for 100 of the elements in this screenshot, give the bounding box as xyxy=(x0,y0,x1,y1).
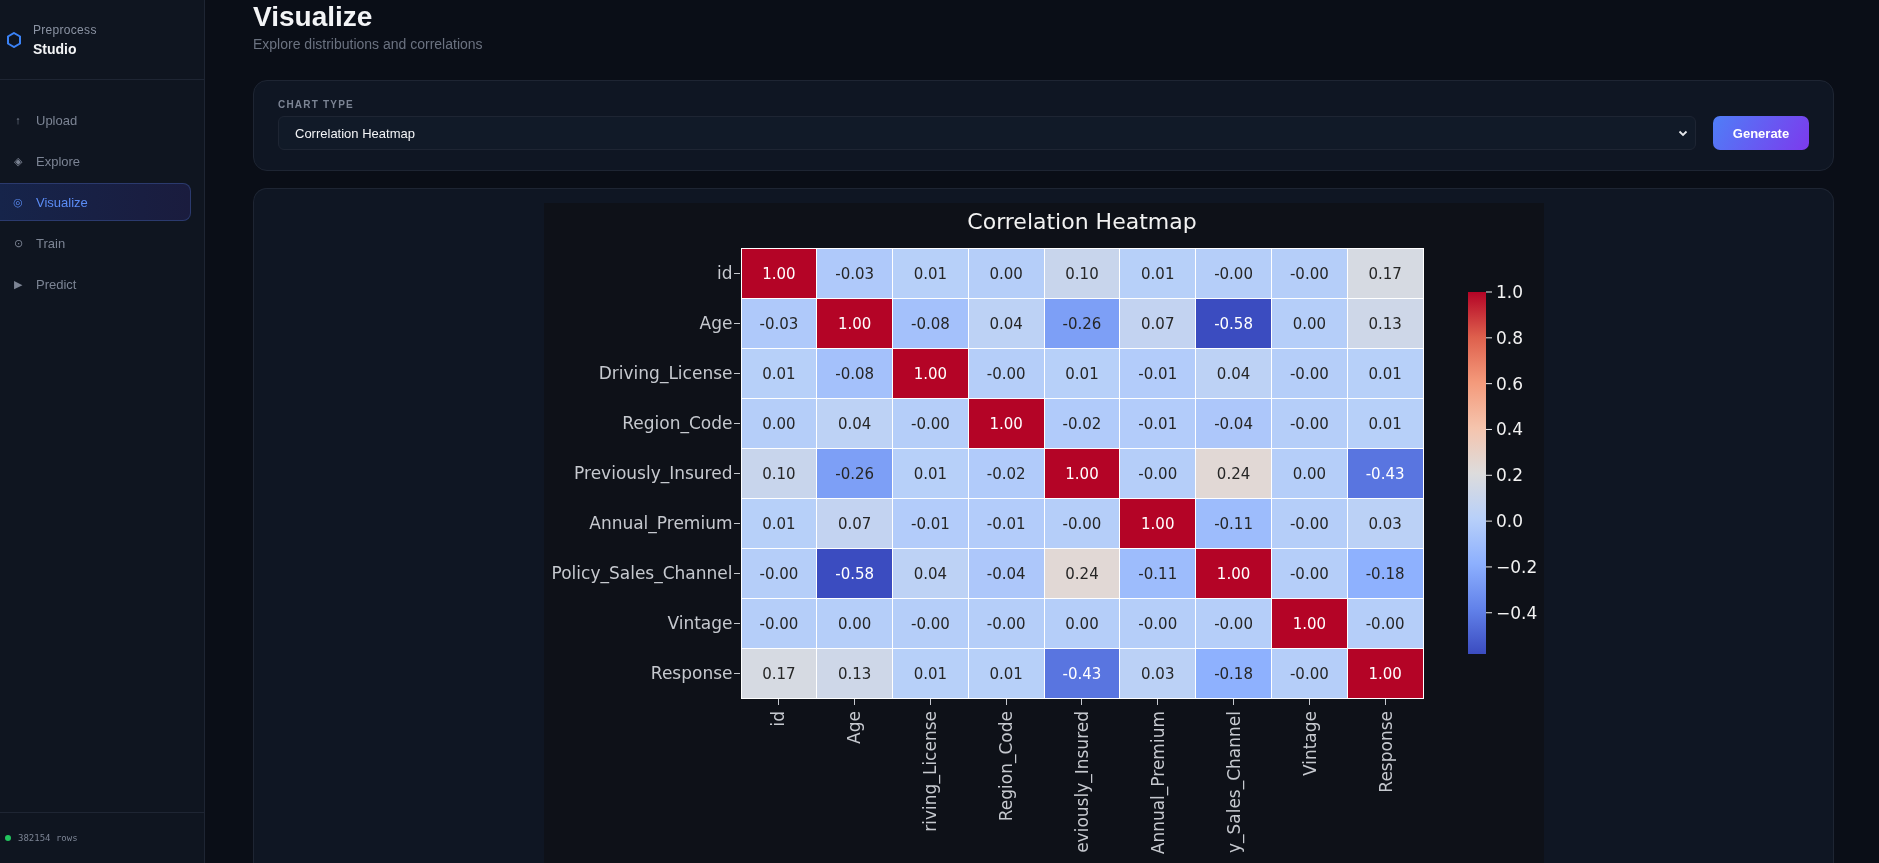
heatmap-cell: -0.00 xyxy=(1120,449,1196,498)
row-label: Driving_License xyxy=(598,362,733,386)
colorbar-tick-label: 1.0 xyxy=(1495,282,1523,302)
diamond-icon: ◈ xyxy=(12,154,24,168)
heatmap-cell: 0.10 xyxy=(741,449,817,498)
heatmap-cell: 0.00 xyxy=(968,249,1044,298)
heatmap-cell: -0.43 xyxy=(1044,649,1120,698)
heatmap-cell: -0.00 xyxy=(1196,249,1271,298)
heatmap-cell: 0.04 xyxy=(893,549,968,598)
column-label: Vintage xyxy=(1299,711,1320,777)
brand-subtitle: Preprocess xyxy=(33,22,97,37)
heatmap-cell: 1.00 xyxy=(1120,499,1196,548)
nav-item[interactable]: ◎ Visualize xyxy=(0,183,191,221)
heatmap-cell: -0.00 xyxy=(893,599,968,648)
heatmap-cell: 1.00 xyxy=(1347,649,1423,698)
heatmap-cell: -0.04 xyxy=(968,549,1044,598)
heatmap-cell: -0.43 xyxy=(1347,449,1423,498)
colorbar-tick-label: −0.4 xyxy=(1495,602,1537,623)
heatmap-cell: -0.01 xyxy=(893,499,968,548)
heatmap-cell: -0.08 xyxy=(817,349,893,398)
nav-item[interactable]: ◈ Explore xyxy=(0,142,191,180)
arrow-up-icon: ↑ xyxy=(12,114,24,126)
heatmap-cell: 0.01 xyxy=(968,649,1044,698)
chart-title: Correlation Heatmap xyxy=(966,208,1198,236)
heatmap-cell: 0.13 xyxy=(1347,299,1423,348)
heatmap-cell: -0.00 xyxy=(1271,649,1347,698)
heatmap-cell: -0.00 xyxy=(1120,599,1196,648)
heatmap-cell: -0.00 xyxy=(1271,349,1347,398)
heatmap-cell: -0.11 xyxy=(1196,499,1271,548)
heatmap-cell: -0.02 xyxy=(1044,399,1120,448)
heatmap-cell: 0.07 xyxy=(1120,299,1196,348)
heatmap-cell: -0.00 xyxy=(1271,249,1347,298)
row-label: id xyxy=(717,262,733,285)
heatmap-cell: -0.00 xyxy=(1347,599,1423,648)
chart-type-select[interactable]: Correlation Heatmap xyxy=(278,116,1696,150)
heatmap-cell: -0.02 xyxy=(968,449,1044,498)
heatmap-cell: 0.00 xyxy=(817,599,893,648)
heatmap-cell: -0.58 xyxy=(817,549,893,598)
heatmap-cell: 0.04 xyxy=(817,399,893,448)
brand-name: Studio xyxy=(33,40,78,57)
heatmap-cell: -0.00 xyxy=(1271,499,1347,548)
column-label: Region_Code xyxy=(996,711,1017,822)
heatmap-cell: -0.18 xyxy=(1347,549,1423,598)
column-label: riving_License xyxy=(920,711,941,832)
row-count: 382154 rows xyxy=(18,833,78,843)
heatmap-cell: -0.00 xyxy=(1196,599,1271,648)
heatmap-cell: 1.00 xyxy=(741,249,817,298)
hexagon-logo-icon xyxy=(7,31,21,48)
heatmap-cell: 0.01 xyxy=(741,499,817,548)
heatmap-cell: 0.01 xyxy=(893,649,968,698)
heatmap-cell: -0.00 xyxy=(741,549,817,598)
heatmap-cell: -0.26 xyxy=(1044,299,1120,348)
heatmap-cell: 0.24 xyxy=(1044,549,1120,598)
generate-button[interactable]: Generate xyxy=(1713,116,1809,150)
colorbar-tick-label: 0.2 xyxy=(1495,465,1523,486)
nav-item[interactable]: ▶ Predict xyxy=(0,265,191,303)
heatmap-cell: 0.10 xyxy=(1044,249,1120,298)
heatmap-cell: 0.01 xyxy=(1347,349,1423,398)
heatmap-cell: 0.17 xyxy=(1347,249,1423,298)
heatmap-cell: 0.01 xyxy=(741,349,817,398)
heatmap-cell: -0.11 xyxy=(1120,549,1196,598)
nav-item[interactable]: ⊙ Train xyxy=(0,224,191,262)
row-label: Response xyxy=(650,662,733,685)
field-label: CHART TYPE xyxy=(278,99,355,110)
colorbar-tick-label: 0.8 xyxy=(1495,327,1523,348)
heatmap-cell: 0.00 xyxy=(1044,599,1120,648)
heatmap-cell: 1.00 xyxy=(968,399,1044,448)
heatmap-cell: 1.00 xyxy=(1271,599,1347,648)
column-label: Annual_Premium xyxy=(1147,711,1168,855)
heatmap-cell: 0.13 xyxy=(817,649,893,698)
row-label: Annual_Premium xyxy=(589,512,733,536)
heatmap-cell: -0.18 xyxy=(1196,649,1271,698)
column-label: eviously_Insured xyxy=(1072,711,1092,853)
heatmap-cell: 0.04 xyxy=(968,299,1044,348)
heatmap-cell: 0.01 xyxy=(1347,399,1423,448)
heatmap-cell: 0.07 xyxy=(817,499,893,548)
column-label: id xyxy=(768,711,789,727)
heatmap-cell: 1.00 xyxy=(1044,449,1120,498)
column-label: Age xyxy=(844,711,865,744)
row-label: Previously_Insured xyxy=(574,462,733,486)
heatmap-cell: -0.01 xyxy=(1120,399,1196,448)
nav-item[interactable]: ↑ Upload xyxy=(0,101,191,139)
heatmap-cell: 1.00 xyxy=(893,349,968,398)
heatmap-cell: -0.26 xyxy=(817,449,893,498)
heatmap-cell: 0.24 xyxy=(1196,449,1271,498)
heatmap-cell: 0.04 xyxy=(1196,349,1271,398)
heatmap-cell: 0.01 xyxy=(1044,349,1120,398)
heatmap-cell: -0.04 xyxy=(1196,399,1271,448)
heatmap-cell: 0.03 xyxy=(1120,649,1196,698)
heatmap-cell: 1.00 xyxy=(1196,549,1271,598)
page-title: Visualize xyxy=(253,0,374,34)
colorbar-tick-label: 0.6 xyxy=(1495,373,1523,394)
heatmap-cell: -0.00 xyxy=(1044,499,1120,548)
heatmap-cell: -0.58 xyxy=(1196,299,1271,348)
heatmap-cell: 0.03 xyxy=(1347,499,1423,548)
colorbar-tick-label: 0.0 xyxy=(1495,511,1523,532)
circle-dot-icon: ⊙ xyxy=(12,236,24,250)
heatmap-cell: 0.01 xyxy=(893,449,968,498)
heatmap-cell: -0.00 xyxy=(1271,399,1347,448)
heatmap-cell: 1.00 xyxy=(817,299,893,348)
